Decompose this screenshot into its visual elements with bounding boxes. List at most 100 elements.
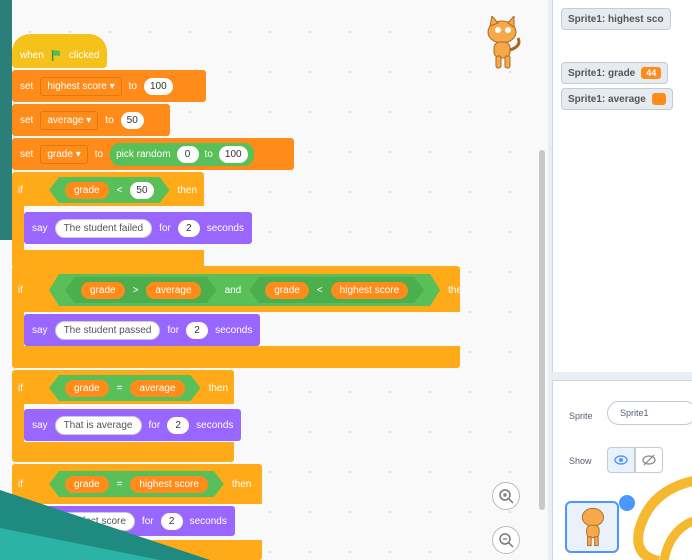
when-flag-clicked-block[interactable]: when clicked bbox=[12, 34, 108, 68]
hide-button[interactable] bbox=[635, 447, 663, 473]
monitor-label: Sprite1: average bbox=[568, 93, 646, 105]
seconds-input[interactable]: 2 bbox=[177, 219, 200, 237]
show-visible-button[interactable] bbox=[607, 447, 635, 473]
equals-operator[interactable]: grade = average bbox=[49, 375, 201, 401]
less-than-operator[interactable]: grade < 50 bbox=[49, 177, 170, 203]
less-than-operator[interactable]: grade < highest score bbox=[249, 277, 424, 303]
set-highest-score-block[interactable]: set highest score ▾ to 100 bbox=[12, 70, 206, 102]
message-input[interactable]: That is average bbox=[54, 415, 142, 435]
highest-score-reporter[interactable]: highest score bbox=[331, 282, 408, 299]
grade-reporter[interactable]: grade bbox=[65, 380, 109, 397]
average-reporter[interactable]: average bbox=[130, 380, 184, 397]
for-label: for bbox=[141, 515, 154, 527]
monitor-label: Sprite1: highest sco bbox=[568, 13, 664, 25]
monitor-label: Sprite1: grade bbox=[568, 67, 636, 79]
set-grade-block[interactable]: set grade ▾ to pick random 0 to 100 bbox=[12, 138, 294, 170]
set-label: set bbox=[20, 80, 34, 92]
if-label: if bbox=[18, 284, 23, 296]
and-label: and bbox=[224, 284, 242, 296]
value-input[interactable]: 100 bbox=[143, 77, 173, 95]
sprite-thumbnail[interactable] bbox=[565, 501, 619, 553]
say-label: say bbox=[32, 419, 48, 431]
for-label: for bbox=[148, 419, 161, 431]
eye-icon bbox=[614, 455, 628, 465]
grade-reporter[interactable]: grade bbox=[65, 476, 109, 493]
monitor-grade: Sprite1: grade 44 bbox=[561, 62, 669, 84]
pick-random-label: pick random bbox=[116, 148, 171, 160]
vertical-scrollbar[interactable] bbox=[539, 150, 545, 510]
seconds-label: seconds bbox=[189, 515, 227, 527]
operator-symbol: < bbox=[116, 184, 123, 196]
zoom-out-icon bbox=[499, 533, 514, 548]
to-label: to bbox=[128, 80, 137, 92]
pick-random-block[interactable]: pick random 0 to 100 bbox=[110, 142, 254, 166]
code-area[interactable]: when clicked set highest score ▾ to 100 … bbox=[0, 0, 548, 560]
for-label: for bbox=[167, 324, 180, 336]
to-label: to bbox=[204, 148, 213, 160]
then-label: then bbox=[448, 284, 468, 296]
set-average-block[interactable]: set average ▾ to 50 bbox=[12, 104, 170, 136]
operator-symbol: > bbox=[132, 284, 139, 296]
say-failed-block[interactable]: say The student failed for 2 seconds bbox=[24, 212, 252, 244]
to-label: to bbox=[94, 148, 104, 160]
for-label: for bbox=[159, 222, 171, 234]
average-reporter[interactable]: average bbox=[146, 282, 200, 299]
seconds-label: seconds bbox=[196, 419, 234, 431]
variable-dropdown[interactable]: highest score ▾ bbox=[40, 76, 122, 96]
say-passed-block[interactable]: say The student passed for 2 seconds bbox=[24, 314, 261, 346]
if-label: if bbox=[18, 184, 23, 196]
message-input[interactable]: The student failed bbox=[54, 218, 153, 238]
operator-symbol: < bbox=[316, 284, 323, 296]
monitor-value bbox=[651, 93, 666, 105]
sprite-cat-icon bbox=[581, 507, 604, 547]
seconds-label: seconds bbox=[206, 222, 244, 234]
decorative-band bbox=[0, 0, 12, 240]
greater-than-operator[interactable]: grade > average bbox=[65, 277, 217, 303]
if-label: if bbox=[18, 478, 23, 490]
set-label: set bbox=[20, 114, 34, 126]
equals-operator[interactable]: grade = highest score bbox=[49, 471, 224, 497]
grade-reporter[interactable]: grade bbox=[65, 182, 109, 199]
monitor-highest-score: Sprite1: highest sco bbox=[561, 8, 671, 30]
to-label: to bbox=[105, 114, 114, 126]
zoom-in-icon bbox=[499, 489, 514, 504]
compare-value[interactable]: 50 bbox=[130, 182, 153, 199]
clicked-label: clicked bbox=[68, 49, 100, 61]
then-label: then bbox=[208, 382, 229, 394]
say-label: say bbox=[32, 324, 48, 336]
highest-score-reporter[interactable]: highest score bbox=[130, 476, 207, 493]
sprite-cat-icon bbox=[487, 16, 521, 69]
grade-reporter[interactable]: grade bbox=[265, 282, 309, 299]
green-flag-icon bbox=[51, 49, 61, 61]
monitor-average: Sprite1: average bbox=[561, 88, 673, 110]
random-max-input[interactable]: 100 bbox=[218, 145, 248, 163]
zoom-in-button[interactable] bbox=[492, 482, 520, 510]
set-label: set bbox=[20, 148, 34, 160]
then-label: then bbox=[231, 478, 252, 490]
message-input[interactable]: The student passed bbox=[54, 320, 161, 340]
operator-symbol: = bbox=[116, 382, 123, 394]
seconds-label: seconds bbox=[215, 324, 253, 336]
stage[interactable]: Sprite1: highest sco Sprite1: grade 44 S… bbox=[552, 0, 692, 372]
seconds-input[interactable]: 2 bbox=[186, 321, 209, 339]
eye-slash-icon bbox=[642, 454, 656, 466]
grade-reporter[interactable]: grade bbox=[81, 282, 125, 299]
sprite-info-pane: Sprite Sprite1 Show bbox=[552, 380, 692, 560]
decorative-swirl bbox=[633, 476, 692, 560]
monitor-value: 44 bbox=[641, 67, 662, 79]
and-operator[interactable]: grade > average and grade < highest scor… bbox=[49, 274, 440, 306]
say-label: say bbox=[32, 222, 48, 234]
zoom-out-button[interactable] bbox=[492, 526, 520, 554]
sprite-name-input[interactable]: Sprite1 bbox=[607, 401, 692, 425]
variable-dropdown[interactable]: grade ▾ bbox=[40, 144, 88, 164]
sprite-label: Sprite bbox=[569, 411, 593, 421]
value-input[interactable]: 50 bbox=[120, 111, 144, 129]
seconds-input[interactable]: 2 bbox=[160, 512, 183, 530]
seconds-input[interactable]: 2 bbox=[167, 416, 190, 434]
random-min-input[interactable]: 0 bbox=[176, 145, 199, 163]
say-average-block[interactable]: say That is average for 2 seconds bbox=[24, 409, 242, 441]
then-label: then bbox=[177, 184, 198, 196]
if-label: if bbox=[18, 382, 23, 394]
variable-dropdown[interactable]: average ▾ bbox=[40, 110, 99, 130]
show-label: Show bbox=[569, 456, 592, 466]
